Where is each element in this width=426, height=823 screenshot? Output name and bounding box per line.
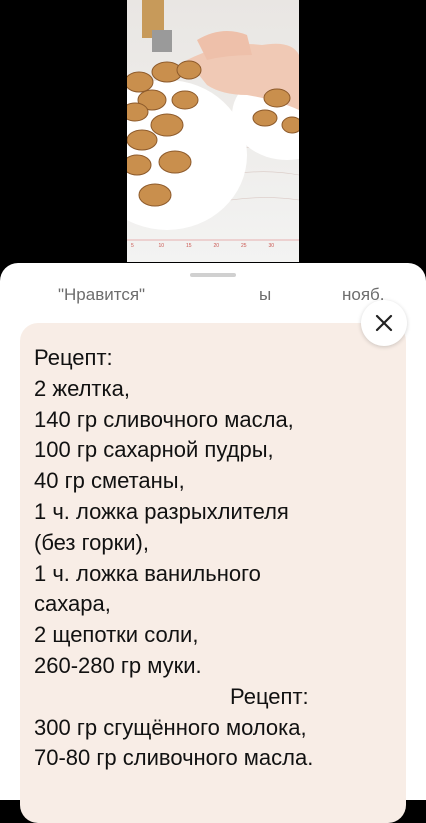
recipe-line: (без горки), xyxy=(34,529,149,555)
ruler-label: 20 xyxy=(214,243,220,249)
recipe-line: 260-280 гр муки. xyxy=(34,652,202,678)
sheet-tabs: "Нравится" ы нояб. xyxy=(0,285,426,315)
close-icon xyxy=(375,314,393,332)
recipe-line: 1 ч. ложка разрыхлителя xyxy=(34,498,289,524)
video-frame: 5 10 15 20 25 30 xyxy=(127,0,299,262)
video-player[interactable]: 5 10 15 20 25 30 xyxy=(0,0,426,275)
recipe-line: 300 гр сгущённого молока, xyxy=(34,714,307,740)
recipe-text: Рецепт: 2 желтка, 140 гр сливочного масл… xyxy=(34,343,394,774)
ruler-label: 25 xyxy=(241,243,247,249)
tab-other[interactable]: ы xyxy=(259,285,271,305)
ruler-label: 15 xyxy=(186,243,192,249)
cookie-photo: 5 10 15 20 25 30 xyxy=(127,0,299,249)
recipe-line: 2 щепотки соли, xyxy=(34,622,199,648)
drag-handle[interactable] xyxy=(190,273,236,277)
recipe-line: 140 гр сливочного масла, xyxy=(34,406,294,432)
close-button[interactable] xyxy=(361,300,407,346)
recipe-heading: Рецепт: xyxy=(34,345,113,370)
ruler-label: 10 xyxy=(159,243,165,249)
recipe-heading-2: Рецепт: xyxy=(230,683,309,709)
ruler-label: 5 xyxy=(131,243,134,249)
recipe-line: 40 гр сметаны, xyxy=(34,468,185,494)
tab-likes[interactable]: "Нравится" xyxy=(58,285,145,305)
recipe-line: 70-80 гр сливочного масла. xyxy=(34,745,314,771)
recipe-line: 100 гр сахарной пудры, xyxy=(34,437,274,463)
ruler-label: 30 xyxy=(269,243,275,249)
recipe-line: 2 желтка, xyxy=(34,375,130,401)
recipe-line: сахара, xyxy=(34,591,111,617)
recipe-line: 1 ч. ложка ванильного xyxy=(34,560,261,586)
